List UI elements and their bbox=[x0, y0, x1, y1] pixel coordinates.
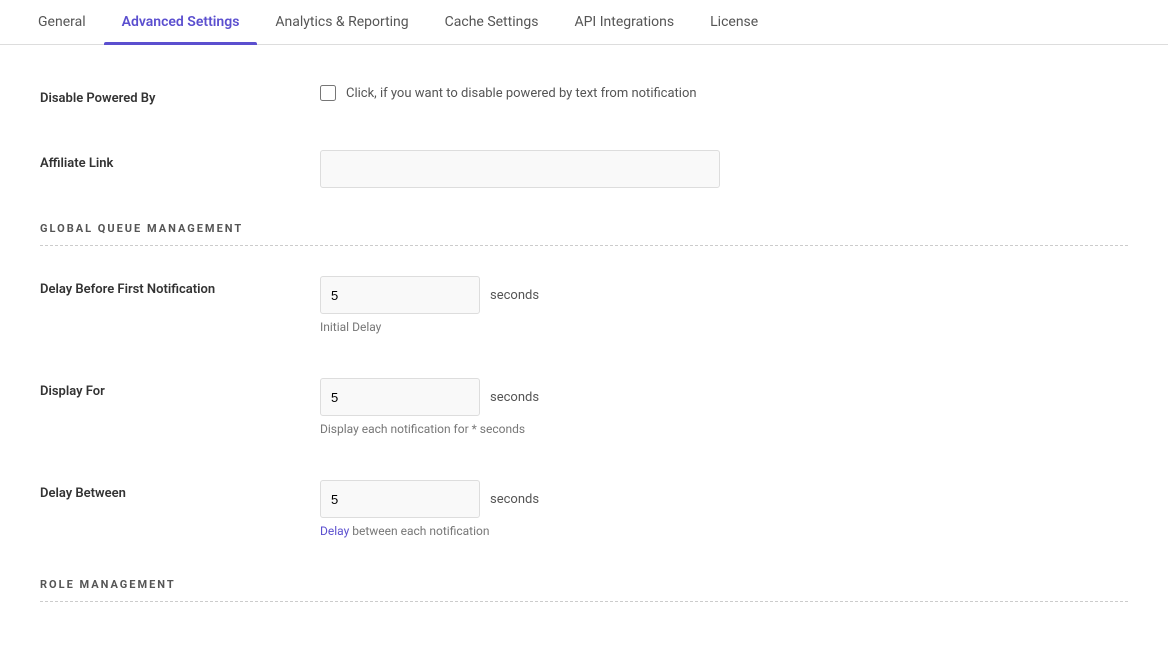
global-queue-title: GLOBAL QUEUE MANAGEMENT bbox=[40, 222, 1128, 246]
delay-between-input[interactable] bbox=[320, 480, 480, 518]
disable-powered-by-row: Disable Powered By Click, if you want to… bbox=[40, 75, 1128, 116]
disable-powered-by-checkbox-wrapper: Click, if you want to disable powered by… bbox=[320, 85, 1128, 101]
tab-api-integrations[interactable]: API Integrations bbox=[556, 0, 692, 44]
affiliate-link-control bbox=[320, 150, 1128, 188]
affiliate-link-input[interactable] bbox=[320, 150, 720, 188]
delay-between-control: seconds Delay between each notification bbox=[320, 480, 1128, 538]
affiliate-link-label: Affiliate Link bbox=[40, 150, 320, 171]
disable-powered-by-hint: Click, if you want to disable powered by… bbox=[346, 86, 697, 101]
delay-between-inline: seconds bbox=[320, 480, 1128, 518]
display-for-inline: seconds bbox=[320, 378, 1128, 416]
tab-cache-settings[interactable]: Cache Settings bbox=[427, 0, 557, 44]
tab-advanced-settings[interactable]: Advanced Settings bbox=[104, 0, 258, 44]
delay-between-hint: Delay between each notification bbox=[320, 524, 1128, 538]
tab-bar: General Advanced Settings Analytics & Re… bbox=[0, 0, 1168, 45]
delay-between-row: Delay Between seconds Delay between each… bbox=[40, 470, 1128, 548]
display-for-label: Display For bbox=[40, 378, 320, 399]
display-for-control: seconds Display each notification for * … bbox=[320, 378, 1128, 436]
delay-between-hint-link[interactable]: Delay bbox=[320, 524, 349, 538]
tab-general[interactable]: General bbox=[20, 0, 104, 44]
display-for-input[interactable] bbox=[320, 378, 480, 416]
disable-powered-by-label: Disable Powered By bbox=[40, 85, 320, 106]
global-queue-section: GLOBAL QUEUE MANAGEMENT Delay Before Fir… bbox=[40, 222, 1128, 548]
main-content: Disable Powered By Click, if you want to… bbox=[0, 45, 1168, 662]
display-for-unit: seconds bbox=[490, 390, 539, 405]
disable-powered-by-checkbox[interactable] bbox=[320, 85, 336, 101]
disable-powered-by-control: Click, if you want to disable powered by… bbox=[320, 85, 1128, 101]
delay-before-first-input[interactable] bbox=[320, 276, 480, 314]
affiliate-link-row: Affiliate Link bbox=[40, 140, 1128, 198]
tab-license[interactable]: License bbox=[692, 0, 776, 44]
delay-before-first-label: Delay Before First Notification bbox=[40, 276, 320, 297]
role-management-section: ROLE MANAGEMENT bbox=[40, 578, 1128, 602]
delay-before-first-unit: seconds bbox=[490, 288, 539, 303]
delay-before-first-row: Delay Before First Notification seconds … bbox=[40, 266, 1128, 344]
display-for-hint: Display each notification for * seconds bbox=[320, 422, 1128, 436]
delay-before-first-inline: seconds bbox=[320, 276, 1128, 314]
tab-analytics-reporting[interactable]: Analytics & Reporting bbox=[257, 0, 426, 44]
role-management-title: ROLE MANAGEMENT bbox=[40, 578, 1128, 602]
delay-between-label: Delay Between bbox=[40, 480, 320, 501]
display-for-row: Display For seconds Display each notific… bbox=[40, 368, 1128, 446]
delay-before-first-hint: Initial Delay bbox=[320, 320, 1128, 334]
delay-before-first-control: seconds Initial Delay bbox=[320, 276, 1128, 334]
delay-between-unit: seconds bbox=[490, 492, 539, 507]
